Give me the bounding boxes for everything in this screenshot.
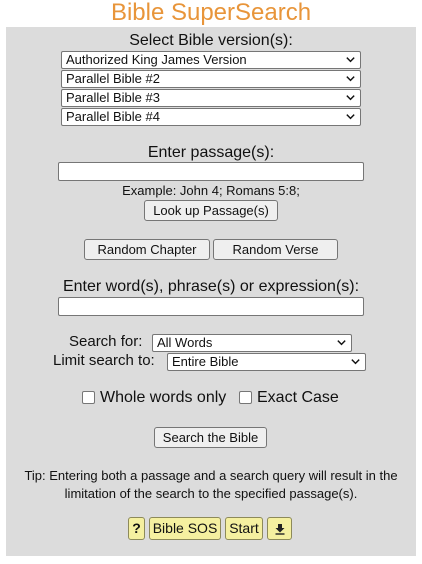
page: Bible SuperSearch Select Bible version(s… (0, 0, 422, 564)
download-button[interactable] (267, 517, 292, 540)
bible-version-select-4[interactable]: Parallel Bible #4 (61, 108, 361, 126)
chevron-down-icon (337, 340, 346, 346)
bible-version-select-2[interactable]: Parallel Bible #2 (61, 70, 361, 88)
tip-line-1: Tip: Entering both a passage and a searc… (24, 468, 398, 483)
bible-version-select-3[interactable]: Parallel Bible #3 (61, 89, 361, 107)
exact-case-checkbox[interactable] (239, 391, 252, 404)
bible-version-select-2-value: Parallel Bible #2 (66, 71, 160, 86)
chevron-down-icon (346, 114, 355, 120)
bible-version-select-1-value: Authorized King James Version (66, 52, 247, 67)
app-title: Bible SuperSearch (110, 0, 312, 26)
search-for-select[interactable]: All Words (152, 334, 352, 352)
bible-version-select-4-value: Parallel Bible #4 (66, 109, 160, 124)
random-verse-button[interactable]: Random Verse (213, 239, 338, 260)
chevron-down-icon (351, 359, 360, 365)
passage-example: Example: John 4; Romans 5:8; (122, 183, 300, 198)
tip-line-2: limitation of the search to the specifie… (64, 486, 358, 501)
passage-label: Enter passage(s): (147, 144, 275, 161)
chevron-down-icon (346, 76, 355, 82)
help-button[interactable]: ? (128, 517, 145, 540)
chevron-down-icon (346, 95, 355, 101)
start-button[interactable]: Start (225, 517, 263, 540)
search-query-input[interactable] (58, 297, 364, 316)
limit-search-label: Limit search to: (53, 352, 155, 369)
look-up-passage-button[interactable]: Look up Passage(s) (144, 200, 278, 221)
bible-version-label: Select Bible version(s): (129, 32, 293, 49)
limit-search-select-value: Entire Bible (172, 354, 239, 369)
bible-version-select-1[interactable]: Authorized King James Version (61, 51, 361, 69)
bible-sos-button[interactable]: Bible SOS (149, 517, 221, 540)
bible-version-select-3-value: Parallel Bible #3 (66, 90, 160, 105)
exact-case-label: Exact Case (257, 389, 339, 406)
search-for-select-value: All Words (157, 335, 213, 350)
whole-words-checkbox[interactable] (82, 391, 95, 404)
search-form-panel: Select Bible version(s): Authorized King… (6, 27, 416, 556)
passage-input[interactable] (58, 162, 364, 181)
limit-search-select[interactable]: Entire Bible (167, 353, 366, 371)
download-icon (275, 524, 284, 535)
search-the-bible-button[interactable]: Search the Bible (154, 427, 267, 448)
random-chapter-button[interactable]: Random Chapter (84, 239, 210, 260)
search-query-label: Enter word(s), phrase(s) or expression(s… (62, 278, 360, 295)
search-for-label: Search for: (69, 333, 143, 350)
chevron-down-icon (346, 57, 355, 63)
whole-words-label: Whole words only (100, 389, 227, 406)
